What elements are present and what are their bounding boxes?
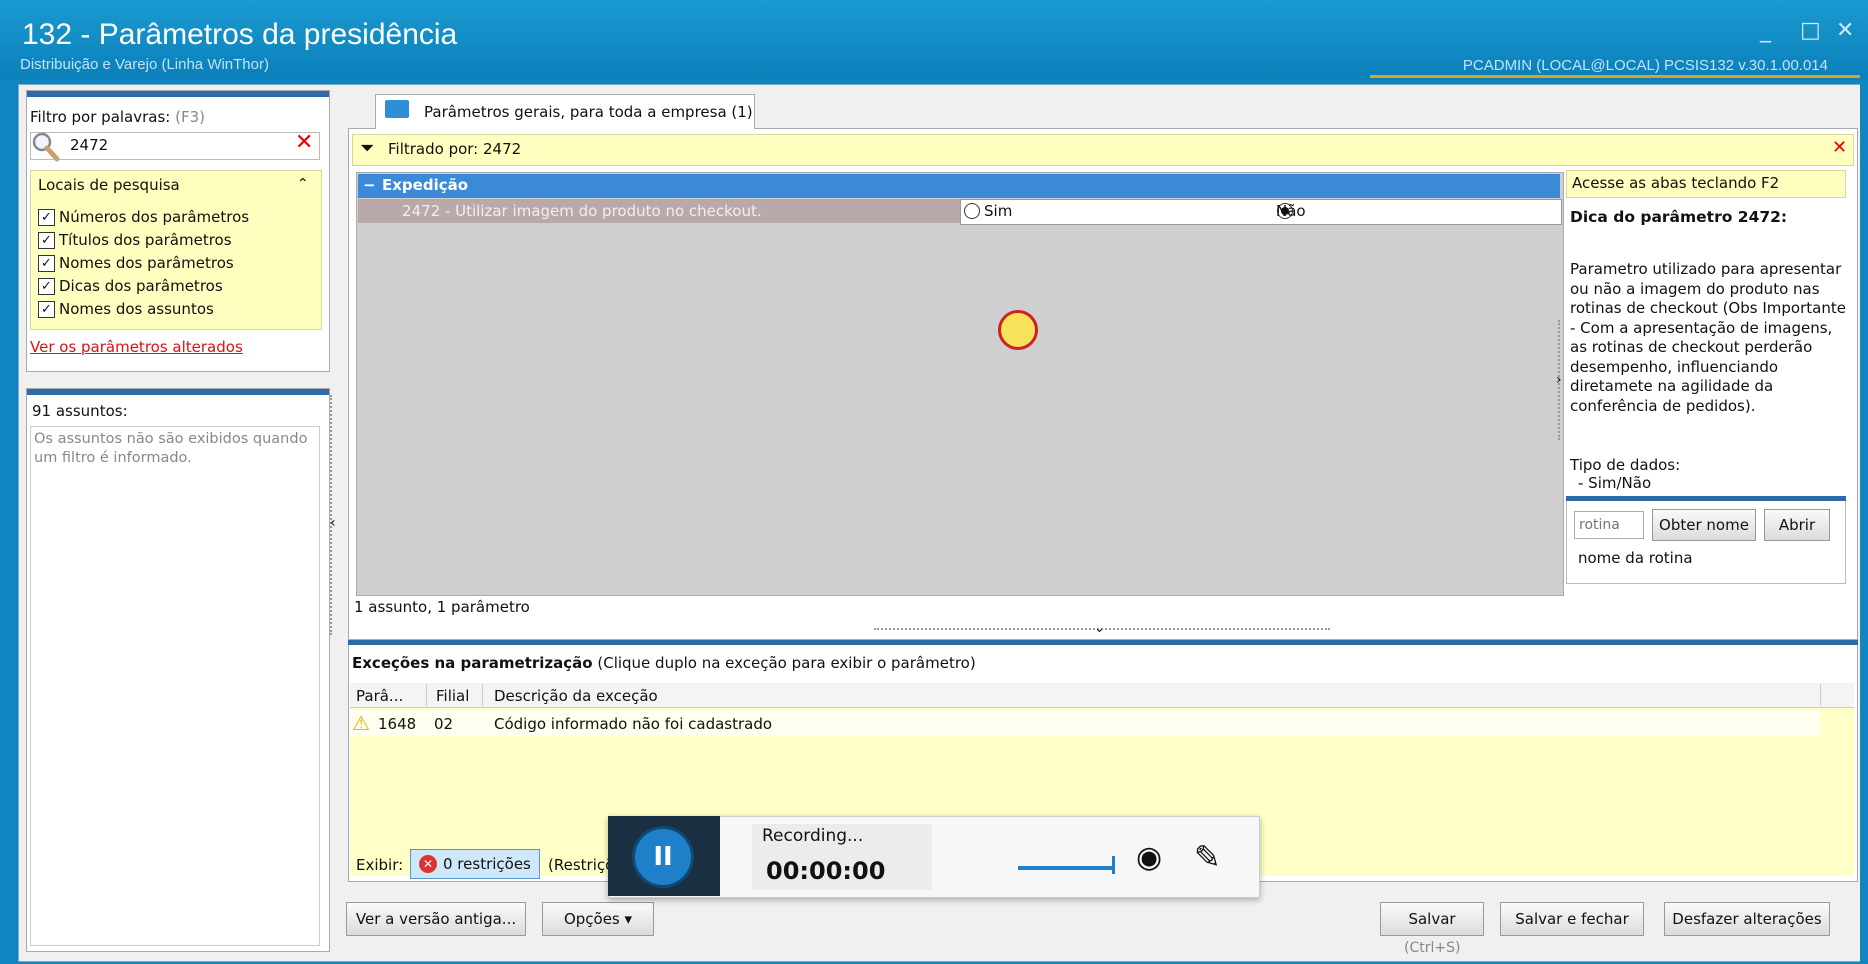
hint-type-value: - Sim/Não	[1578, 474, 1652, 492]
assuntos-list[interactable]	[30, 426, 320, 946]
collapse-right-icon[interactable]: ›	[1556, 372, 1562, 388]
routine-panel-top	[1566, 496, 1846, 501]
hint-title: Dica do parâmetro 2472:	[1570, 208, 1788, 226]
obter-nome-button[interactable]: Obter nome	[1652, 509, 1756, 541]
exception-param: 1648	[378, 715, 417, 733]
option-numeros[interactable]: ✓ Números dos parâmetros	[38, 206, 249, 228]
pen-icon[interactable]: ✎	[1194, 838, 1221, 876]
chevron-up-icon[interactable]: ⌃	[297, 176, 309, 192]
option-assuntos[interactable]: ✓ Nomes dos assuntos	[38, 298, 214, 320]
volume-slider-handle[interactable]	[1112, 856, 1115, 874]
recording-status: Recording...	[762, 826, 864, 846]
filtered-bar	[352, 134, 1854, 166]
exceptions-panel-top	[348, 640, 1858, 645]
column-separator[interactable]	[426, 684, 427, 706]
desktop-edge	[1860, 80, 1868, 964]
grid-status: 1 assunto, 1 parâmetro	[354, 598, 530, 616]
search-locations-title[interactable]: Locais de pesquisa	[38, 176, 180, 194]
chevron-down-icon[interactable]: ⌄	[1094, 621, 1105, 636]
close-button[interactable]: ✕	[1836, 18, 1854, 43]
exception-filial: 02	[434, 715, 454, 733]
exceptions-title: Exceções na parametrização (Clique duplo…	[352, 654, 976, 672]
parameter-value-cell[interactable]	[960, 199, 1562, 225]
checkbox-icon[interactable]: ✓	[38, 300, 55, 318]
radio-sim[interactable]	[964, 203, 980, 219]
recording-time: 00:00:00	[766, 857, 886, 885]
group-header-expedicao[interactable]	[358, 174, 1560, 198]
save-close-button[interactable]: Salvar e fechar	[1500, 902, 1644, 936]
warning-icon: ⚠	[352, 711, 370, 735]
restricoes-tail-label: (Restriçõ	[548, 856, 615, 874]
user-underline	[1370, 75, 1860, 78]
collapse-left-icon[interactable]: ‹	[330, 515, 336, 531]
hint-body: Parametro utilizado para apresentar ou n…	[1570, 260, 1846, 415]
window-subtitle: Distribuição e Varejo (Linha WinThor)	[20, 56, 269, 73]
option-titulos[interactable]: ✓ Títulos dos parâmetros	[38, 229, 232, 251]
error-icon: ✕	[419, 855, 437, 873]
altered-params-link[interactable]: Ver os parâmetros alterados	[30, 338, 243, 356]
maximize-button[interactable]: □	[1800, 18, 1821, 43]
abrir-button[interactable]: Abrir	[1764, 509, 1830, 541]
collapse-group-icon[interactable]: −	[363, 176, 376, 194]
options-button[interactable]: Opções ▾	[542, 902, 654, 936]
save-shortcut: (Ctrl+S)	[1404, 940, 1461, 956]
filter-label: Filtro por palavras: (F3)	[30, 108, 206, 126]
parameter-label: 2472 - Utilizar imagem do produto no che…	[402, 202, 762, 220]
column-header-param[interactable]: Parâ...	[356, 687, 403, 705]
option-nomes[interactable]: ✓ Nomes dos parâmetros	[38, 252, 234, 274]
column-separator[interactable]	[1820, 684, 1821, 706]
old-version-button[interactable]: Ver a versão antiga...	[346, 902, 526, 936]
window-title: 132 - Parâmetros da presidência	[22, 18, 458, 51]
column-header-descricao[interactable]: Descrição da exceção	[494, 687, 658, 705]
restricoes-toggle[interactable]: ✕ 0 restrições	[410, 849, 540, 879]
hint-type-label: Tipo de dados:	[1570, 456, 1681, 474]
exibir-label: Exibir:	[356, 856, 404, 874]
checkbox-icon[interactable]: ✓	[38, 231, 55, 249]
checkbox-icon[interactable]: ✓	[38, 254, 55, 272]
assuntos-note: Os assuntos não são exibidos quando um f…	[34, 431, 308, 466]
column-separator[interactable]	[482, 684, 483, 706]
user-info: PCADMIN (LOCAL@LOCAL) PCSIS132 v.30.1.00…	[1462, 57, 1828, 74]
cursor-highlight	[998, 310, 1038, 350]
webcam-icon[interactable]: ◉	[1136, 840, 1162, 875]
search-icon	[30, 130, 60, 162]
routine-input[interactable]	[1574, 511, 1644, 539]
clear-filter-icon[interactable]: ✕	[1832, 137, 1847, 158]
funnel-icon: ⏷	[360, 138, 375, 159]
group-label: Expedição	[382, 176, 469, 194]
filtered-text: Filtrado por: 2472	[388, 140, 522, 158]
exception-descricao: Código informado não foi cadastrado	[494, 715, 773, 733]
minimize-button[interactable]: _	[1760, 18, 1771, 43]
parameters-grid[interactable]	[356, 172, 1564, 596]
undo-changes-button[interactable]: Desfazer alterações	[1664, 902, 1830, 936]
routine-caption: nome da rotina	[1578, 549, 1693, 567]
radio-nao-label[interactable]: Não	[1276, 202, 1306, 220]
checkbox-icon[interactable]: ✓	[38, 208, 55, 226]
clear-search-icon[interactable]: ✕	[295, 130, 313, 155]
radio-sim-label[interactable]: Sim	[984, 202, 1012, 220]
folder-icon	[385, 100, 409, 118]
option-dicas[interactable]: ✓ Dicas dos parâmetros	[38, 275, 223, 297]
pause-icon[interactable]: II	[632, 826, 694, 888]
column-header-filial[interactable]: Filial	[436, 687, 469, 705]
save-button[interactable]: Salvar	[1380, 902, 1484, 936]
tab-label: Parâmetros gerais, para toda a empresa (…	[424, 103, 753, 121]
checkbox-icon[interactable]: ✓	[38, 277, 55, 295]
hint-bar-text: Acesse as abas teclando F2	[1572, 174, 1780, 192]
search-value: 2472	[70, 136, 109, 154]
volume-slider[interactable]	[1018, 866, 1114, 870]
assuntos-title: 91 assuntos:	[32, 402, 128, 420]
